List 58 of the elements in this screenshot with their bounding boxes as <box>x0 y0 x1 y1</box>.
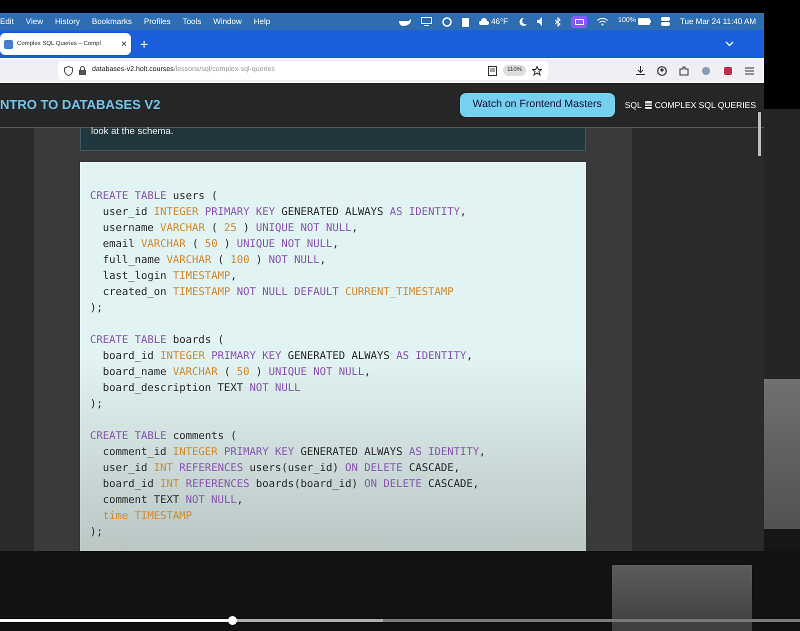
menu-item[interactable]: Bookmarks <box>92 16 132 28</box>
code-line: created_on TIMESTAMP NOT NULL DEFAULT CURRENT_TIMESTAMP <box>102 285 455 300</box>
bluetooth-icon[interactable] <box>555 16 562 26</box>
note-text: look at the schema. <box>91 128 174 136</box>
code-line: comment_id INTEGER PRIMARY KEY GENERATED ALWAYS AS IDENTITY, <box>102 445 486 460</box>
reader-icon[interactable] <box>488 66 498 76</box>
code-line: CREATE TABLE boards ( <box>90 333 225 348</box>
menu-icon[interactable] <box>745 66 754 74</box>
menu-item[interactable]: History <box>55 16 80 28</box>
download-icon[interactable] <box>636 66 645 75</box>
watch-button[interactable]: Watch on Frontend Masters <box>460 93 615 117</box>
progress-thumb[interactable] <box>228 616 237 625</box>
progress-track[interactable] <box>0 619 800 622</box>
code-line: email VARCHAR ( 50 ) UNIQUE NOT NULL, <box>102 237 340 252</box>
code-line: CREATE TABLE comments ( <box>90 429 238 444</box>
stage-icon[interactable] <box>571 16 588 28</box>
clock: Tue Mar 24 11:40 AM <box>680 16 756 28</box>
menu-item[interactable]: Window <box>213 16 242 28</box>
chevron-down-icon[interactable] <box>725 41 734 47</box>
code-line: board_description TEXT NOT NULL <box>102 381 302 396</box>
menu-item[interactable]: Help <box>254 16 270 28</box>
battery-icon[interactable] <box>638 18 651 25</box>
code-line: board_name VARCHAR ( 50 ) UNIQUE NOT NULL, <box>102 365 372 380</box>
site-title[interactable]: NTRO TO DATABASES V2 <box>0 95 160 115</box>
code-line: username VARCHAR ( 25 ) UNIQUE NOT NULL, <box>102 221 359 236</box>
code-line: user_id INTEGER PRIMARY KEY GENERATED ALWAYS AS IDENTITY, <box>102 205 468 220</box>
code-line: CREATE TABLE users ( <box>90 189 219 204</box>
temperature: 46°F <box>491 16 508 28</box>
favicon-icon <box>4 40 13 48</box>
star-icon[interactable] <box>532 66 542 76</box>
shield-icon <box>64 66 73 76</box>
code-line: ); <box>90 397 104 412</box>
menu-item[interactable]: Edit <box>0 16 14 28</box>
code-line: board_id INT REFERENCES boards(board_id) ON DELETE CASCADE, <box>102 477 480 492</box>
lock-icon <box>79 66 86 75</box>
menu-item[interactable]: View <box>26 16 43 28</box>
tab-close-button[interactable]: × <box>121 36 127 52</box>
code-line: last_login TIMESTAMP, <box>102 269 238 284</box>
code-line: user_id INT REFERENCES users(user_id) ON DELETE CASCADE, <box>102 461 461 476</box>
scrollbar[interactable] <box>758 112 761 156</box>
menu-item[interactable]: Tools <box>182 16 202 28</box>
database-icon <box>644 101 652 109</box>
code-line: comment TEXT NOT NULL, <box>102 493 244 508</box>
code-line: ); <box>90 525 104 540</box>
code-line: board_id INTEGER PRIMARY KEY GENERATED ALWAYS AS IDENTITY, <box>102 349 474 364</box>
menu-item[interactable]: Profiles <box>144 16 171 28</box>
code-line: time TIMESTAMP <box>102 509 194 524</box>
new-tab-button[interactable]: + <box>140 34 148 54</box>
monitor-icon[interactable] <box>421 17 432 26</box>
account-icon[interactable] <box>657 66 667 76</box>
cloud-icon[interactable] <box>479 18 490 25</box>
moon-icon[interactable] <box>518 17 528 26</box>
control-center-icon[interactable] <box>660 17 670 26</box>
wifi-icon[interactable] <box>597 17 608 26</box>
code-line: ); <box>90 301 104 316</box>
code-line: full_name VARCHAR ( 100 ) NOT NULL, <box>102 253 328 268</box>
breadcrumb-page: COMPLEX SQL QUERIES <box>654 98 756 112</box>
breadcrumb-section[interactable]: SQL <box>624 98 642 112</box>
